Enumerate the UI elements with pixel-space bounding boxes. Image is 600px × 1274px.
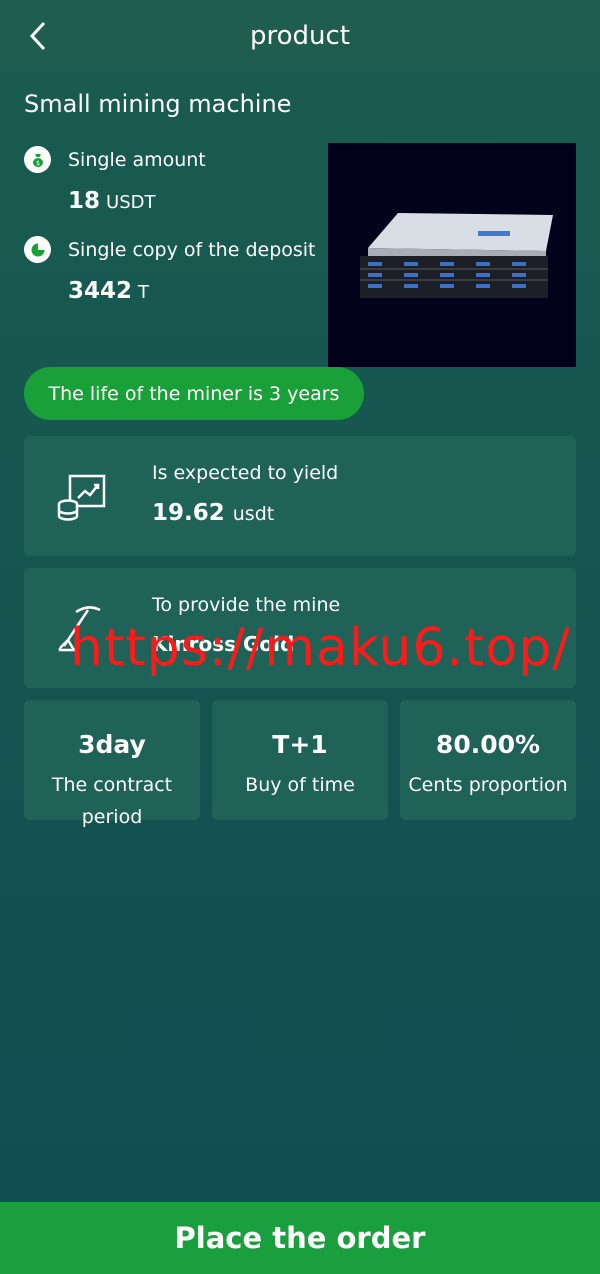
- single-amount-row: $ Single amount: [24, 146, 206, 173]
- miner-life-badge: The life of the miner is 3 years: [24, 367, 364, 420]
- deposit-row: Single copy of the deposit: [24, 236, 316, 263]
- buy-time-value: T+1: [272, 730, 328, 759]
- cents-proportion-label: Cents proportion: [408, 774, 568, 796]
- money-bag-icon: $: [24, 146, 51, 173]
- buy-time-box: T+1 Buy of time: [212, 700, 388, 820]
- buy-time-label: Buy of time: [245, 774, 355, 796]
- yield-label: Is expected to yield: [152, 462, 339, 484]
- yield-number: 19.62: [152, 500, 225, 526]
- deposit-number: 3442: [68, 278, 133, 304]
- contract-period-value: 3day: [78, 730, 146, 759]
- top-bar: product: [0, 0, 600, 71]
- cents-proportion-value: 80.00%: [435, 730, 541, 759]
- back-button[interactable]: [22, 20, 54, 52]
- yield-card: Is expected to yield 19.62 usdt: [24, 436, 576, 556]
- place-order-button[interactable]: Place the order: [0, 1202, 600, 1274]
- product-name: Small mining machine: [24, 90, 292, 118]
- single-amount-unit: USDT: [106, 192, 156, 213]
- single-amount-label: Single amount: [68, 148, 206, 171]
- page-title: product: [249, 20, 350, 51]
- deposit-value: 3442 T: [68, 278, 149, 304]
- yield-unit: usdt: [232, 503, 275, 525]
- deposit-unit: T: [138, 282, 150, 303]
- pie-chart-icon: [24, 236, 51, 263]
- contract-period-box: 3day The contract period: [24, 700, 200, 828]
- watermark-url: https://maku6.top/: [70, 618, 571, 678]
- yield-value: 19.62 usdt: [152, 500, 274, 526]
- cents-proportion-box: 80.00% Cents proportion: [400, 700, 576, 820]
- single-amount-value: 18 USDT: [68, 188, 155, 214]
- single-amount-number: 18: [68, 188, 101, 214]
- contract-period-label: The contract period: [51, 774, 173, 828]
- deposit-label: Single copy of the deposit: [68, 238, 316, 261]
- coin-chart-icon: [54, 470, 110, 522]
- mining-machine-image: [328, 143, 576, 367]
- chevron-left-icon: [29, 21, 46, 51]
- svg-text:$: $: [36, 160, 40, 167]
- mine-label: To provide the mine: [152, 594, 341, 616]
